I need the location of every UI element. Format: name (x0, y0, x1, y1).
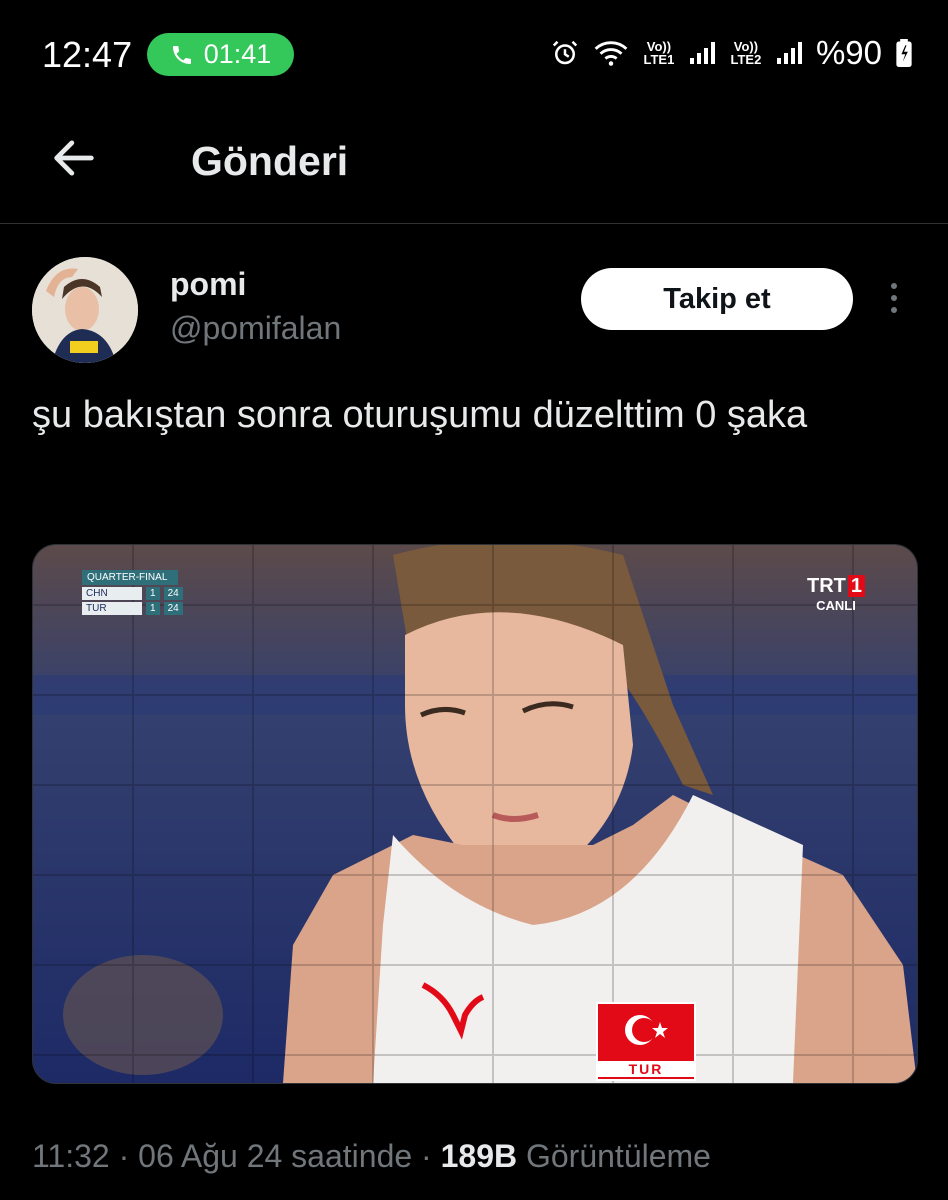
scoreboard-team: CHN (82, 587, 142, 600)
post-text: şu bakıştan sonra oturuşumu düzelttim 0 … (32, 394, 808, 436)
battery-icon (896, 39, 912, 67)
post-meta: 11:32 · 06 Ağu 24 saatinde · 189B Görünt… (32, 1138, 711, 1174)
more-vertical-icon[interactable] (882, 280, 906, 320)
channel-logo: TRT 1 CANLI (807, 575, 865, 613)
channel-name: TRT (806, 575, 846, 597)
scoreboard-sets: 1 (146, 587, 160, 600)
views-label: Görüntüleme (525, 1138, 711, 1174)
post-media-image[interactable]: QUARTER-FINAL CHN 1 24 TUR 1 24 TRT 1 CAN… (32, 544, 918, 1084)
page-header: Gönderi (0, 110, 948, 224)
sim1-label: Vo)) LTE1 (643, 39, 675, 67)
wifi-icon (594, 41, 628, 66)
status-bar: 12:47 01:41 Vo)) LTE1 Vo)) LTE2 %90 (0, 0, 948, 110)
follow-button[interactable]: Takip et (581, 268, 853, 330)
status-time: 12:47 (42, 34, 133, 75)
alarm-icon (552, 40, 578, 65)
battery-percent: %90 (815, 34, 882, 71)
scoreboard-team: TUR (82, 602, 142, 615)
signal-icon (689, 42, 715, 64)
avatar[interactable] (32, 257, 138, 363)
views-count[interactable]: 189B (441, 1138, 518, 1174)
author-display-name[interactable]: pomi (170, 266, 246, 303)
jersey-flag-patch: TUR (596, 1002, 696, 1081)
back-arrow-icon[interactable] (48, 132, 100, 184)
channel-number: 1 (847, 575, 865, 597)
post-time: 11:32 (32, 1138, 110, 1174)
athlete-photo (33, 545, 917, 1083)
ongoing-call-pill[interactable]: 01:41 (147, 33, 294, 76)
avatar-image (32, 257, 138, 363)
scoreboard-points: 24 (163, 587, 183, 600)
call-duration: 01:41 (203, 39, 272, 69)
sim2-label: Vo)) LTE2 (730, 39, 762, 67)
jersey-flag-label: TUR (598, 1061, 694, 1077)
author-handle[interactable]: @pomifalan (170, 310, 341, 347)
scoreboard-sets: 1 (146, 602, 160, 615)
scoreboard-row: TUR 1 24 (82, 602, 183, 615)
status-icons: Vo)) LTE1 Vo)) LTE2 %90 (550, 34, 912, 72)
signal-icon (776, 42, 802, 64)
scoreboard-stage: QUARTER-FINAL (82, 570, 178, 585)
crescent-star-icon (625, 1015, 668, 1045)
scoreboard-row: CHN 1 24 (82, 587, 183, 600)
scoreboard-points: 24 (163, 602, 183, 615)
post-date[interactable]: 06 Ağu 24 saatinde (138, 1138, 412, 1174)
channel-live-label: CANLI (816, 598, 856, 613)
page-title: Gönderi (191, 138, 349, 184)
phone-icon (172, 45, 191, 64)
scoreboard: QUARTER-FINAL CHN 1 24 TUR 1 24 (82, 570, 183, 615)
